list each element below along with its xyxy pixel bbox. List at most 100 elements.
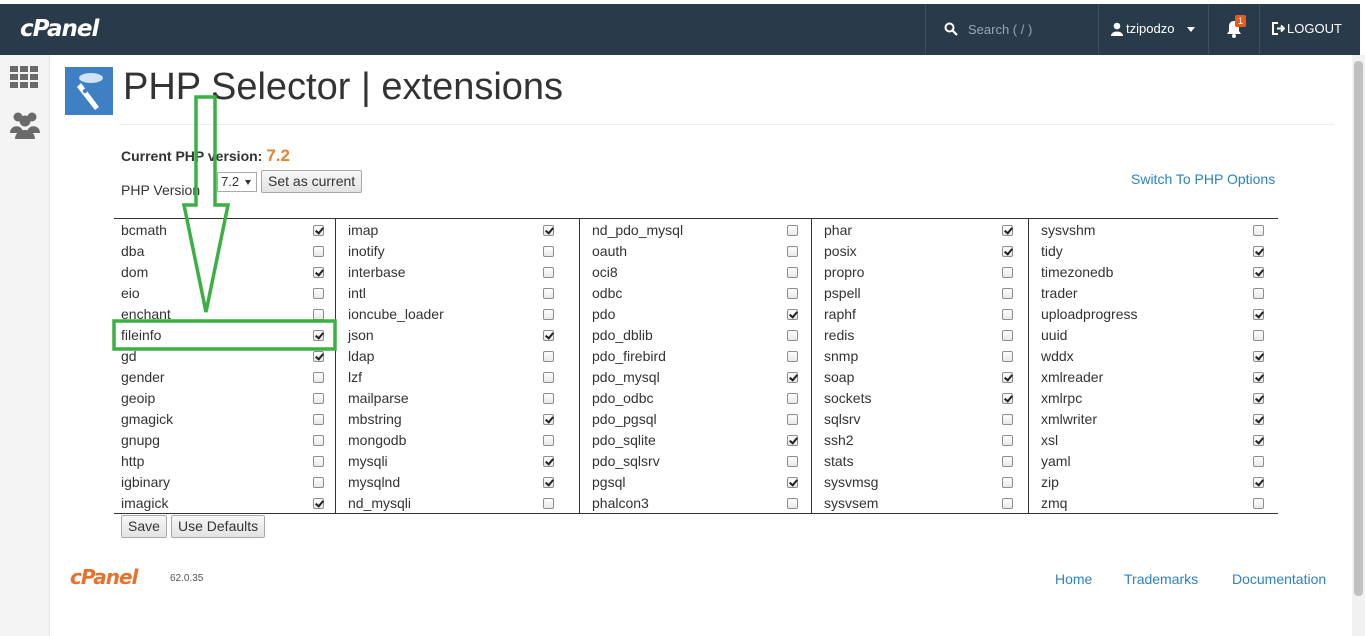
extension-checkbox[interactable] xyxy=(543,351,554,362)
set-as-current-button[interactable]: Set as current xyxy=(261,170,363,193)
extension-checkbox[interactable] xyxy=(787,246,798,257)
extension-checkbox[interactable] xyxy=(543,330,554,341)
extension-checkbox[interactable] xyxy=(1002,351,1013,362)
extension-checkbox[interactable] xyxy=(313,225,324,236)
extension-checkbox[interactable] xyxy=(1002,393,1013,404)
extension-checkbox[interactable] xyxy=(313,267,324,278)
extension-name: snmp xyxy=(824,348,859,364)
extension-checkbox[interactable] xyxy=(787,435,798,446)
extension-checkbox[interactable] xyxy=(1002,246,1013,257)
extension-checkbox[interactable] xyxy=(1002,330,1013,341)
extension-checkbox[interactable] xyxy=(313,246,324,257)
extension-checkbox[interactable] xyxy=(313,372,324,383)
extension-checkbox[interactable] xyxy=(543,246,554,257)
extension-row: pspell xyxy=(812,283,1029,304)
extension-checkbox[interactable] xyxy=(787,225,798,236)
switch-to-php-options-link[interactable]: Switch To PHP Options xyxy=(1131,171,1275,187)
current-version-value: 7.2 xyxy=(266,146,290,165)
extension-checkbox[interactable] xyxy=(543,393,554,404)
extension-checkbox[interactable] xyxy=(1253,477,1264,488)
extension-checkbox[interactable] xyxy=(1253,435,1264,446)
extension-checkbox[interactable] xyxy=(543,372,554,383)
notifications-button[interactable]: 1 xyxy=(1209,4,1259,55)
extension-checkbox[interactable] xyxy=(787,267,798,278)
extension-checkbox[interactable] xyxy=(787,351,798,362)
user-menu[interactable]: tzipodzo xyxy=(1098,4,1208,55)
extension-checkbox[interactable] xyxy=(313,309,324,320)
logout-button[interactable]: LOGOUT xyxy=(1260,4,1360,55)
extension-checkbox[interactable] xyxy=(1002,456,1013,467)
footer-cpanel-logo[interactable]: cPanel xyxy=(70,565,138,589)
extension-checkbox[interactable] xyxy=(1002,288,1013,299)
extension-checkbox[interactable] xyxy=(543,288,554,299)
extension-checkbox[interactable] xyxy=(543,414,554,425)
extension-checkbox[interactable] xyxy=(1253,225,1264,236)
extension-checkbox[interactable] xyxy=(1253,309,1264,320)
extension-checkbox[interactable] xyxy=(543,309,554,320)
extension-checkbox[interactable] xyxy=(1002,477,1013,488)
extension-checkbox[interactable] xyxy=(313,351,324,362)
extension-checkbox[interactable] xyxy=(1253,393,1264,404)
users-icon[interactable] xyxy=(9,109,41,141)
extension-checkbox[interactable] xyxy=(1002,498,1013,509)
extension-checkbox[interactable] xyxy=(313,498,324,509)
extension-checkbox[interactable] xyxy=(313,456,324,467)
extension-checkbox[interactable] xyxy=(313,330,324,341)
extension-name: dom xyxy=(121,264,149,280)
extension-row: sqlsrv xyxy=(812,409,1029,430)
search-box[interactable] xyxy=(926,4,1098,55)
extension-checkbox[interactable] xyxy=(313,414,324,425)
extension-row: pdo_mysql xyxy=(580,367,812,388)
extension-checkbox[interactable] xyxy=(1253,351,1264,362)
extension-checkbox[interactable] xyxy=(1002,225,1013,236)
use-defaults-button[interactable]: Use Defaults xyxy=(171,515,266,538)
extension-checkbox[interactable] xyxy=(1002,309,1013,320)
extension-checkbox[interactable] xyxy=(1002,267,1013,278)
extension-checkbox[interactable] xyxy=(543,225,554,236)
scrollbar-thumb[interactable] xyxy=(1354,61,1363,596)
grid-apps-icon[interactable] xyxy=(9,65,41,97)
extension-row: dba xyxy=(114,241,335,262)
extension-row: xmlwriter xyxy=(1029,409,1279,430)
extension-checkbox[interactable] xyxy=(543,267,554,278)
footer-link-home[interactable]: Home xyxy=(1055,571,1092,587)
php-version-select[interactable]: 7.2 xyxy=(217,172,257,192)
extension-checkbox[interactable] xyxy=(1253,372,1264,383)
extension-checkbox[interactable] xyxy=(787,456,798,467)
extension-checkbox[interactable] xyxy=(1253,498,1264,509)
extension-checkbox[interactable] xyxy=(1253,456,1264,467)
extension-checkbox[interactable] xyxy=(1253,267,1264,278)
cpanel-logo[interactable]: cPanel xyxy=(20,16,99,42)
extension-row: pdo xyxy=(580,304,812,325)
extension-checkbox[interactable] xyxy=(787,309,798,320)
scrollbar[interactable] xyxy=(1352,55,1365,636)
extension-checkbox[interactable] xyxy=(787,498,798,509)
extension-checkbox[interactable] xyxy=(313,477,324,488)
extension-checkbox[interactable] xyxy=(787,288,798,299)
extension-checkbox[interactable] xyxy=(543,456,554,467)
footer-link-documentation[interactable]: Documentation xyxy=(1232,571,1326,587)
extension-checkbox[interactable] xyxy=(1253,288,1264,299)
extension-checkbox[interactable] xyxy=(787,372,798,383)
extension-checkbox[interactable] xyxy=(787,393,798,404)
extension-checkbox[interactable] xyxy=(543,435,554,446)
extension-checkbox[interactable] xyxy=(543,498,554,509)
save-button[interactable]: Save xyxy=(121,515,167,538)
extension-checkbox[interactable] xyxy=(1253,330,1264,341)
extension-checkbox[interactable] xyxy=(787,477,798,488)
extension-checkbox[interactable] xyxy=(787,330,798,341)
extension-checkbox[interactable] xyxy=(313,393,324,404)
extension-checkbox[interactable] xyxy=(787,414,798,425)
extension-checkbox[interactable] xyxy=(1002,414,1013,425)
extension-checkbox[interactable] xyxy=(1253,246,1264,257)
search-input[interactable] xyxy=(968,18,1088,40)
extension-checkbox[interactable] xyxy=(313,288,324,299)
extension-checkbox[interactable] xyxy=(1002,372,1013,383)
extension-checkbox[interactable] xyxy=(1002,435,1013,446)
extension-checkbox[interactable] xyxy=(1253,414,1264,425)
extension-checkbox[interactable] xyxy=(543,477,554,488)
extension-row: imagick xyxy=(114,493,335,514)
extension-checkbox[interactable] xyxy=(313,435,324,446)
extensions-column: nd_pdo_mysql oauth oci8 odbc pdo pdo_dblib pdo… xyxy=(579,219,811,513)
footer-link-trademarks[interactable]: Trademarks xyxy=(1124,571,1198,587)
